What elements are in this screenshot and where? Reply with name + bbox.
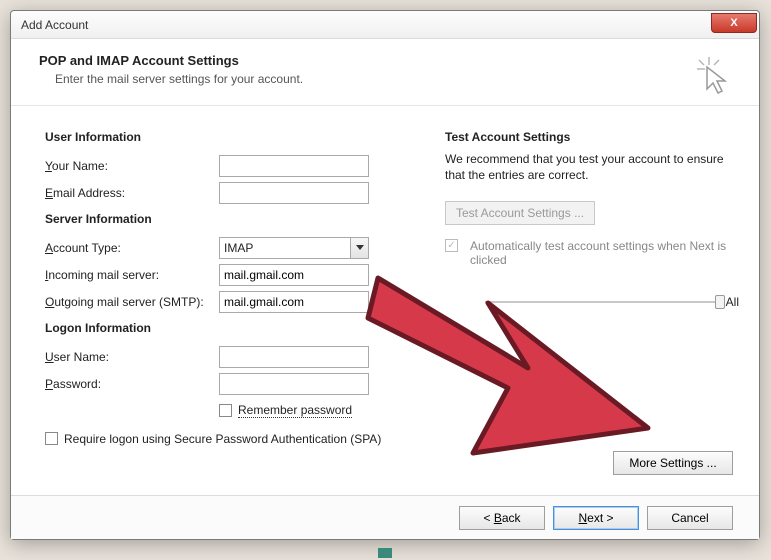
section-user-info: User Information: [45, 130, 421, 144]
left-column: User Information Your Name: Email Addres…: [45, 124, 421, 446]
test-blurb: We recommend that you test your account …: [445, 152, 739, 183]
row-email: Email Address:: [45, 179, 421, 206]
banner: POP and IMAP Account Settings Enter the …: [11, 39, 759, 106]
right-column: Test Account Settings We recommend that …: [445, 124, 739, 446]
password-input[interactable]: [219, 373, 369, 395]
remember-password-checkbox[interactable]: [219, 404, 232, 417]
label-your-name: Your Name:: [45, 159, 219, 173]
banner-subtitle: Enter the mail server settings for your …: [39, 72, 693, 86]
close-icon: X: [730, 17, 737, 29]
auto-test-checkbox[interactable]: ✓: [445, 239, 458, 252]
row-remember-password: Remember password: [45, 403, 421, 418]
label-incoming: Incoming mail server:: [45, 268, 219, 282]
label-auto-test: Automatically test account settings when…: [470, 239, 739, 267]
row-your-name: Your Name:: [45, 152, 421, 179]
more-settings-button[interactable]: More Settings ...: [613, 451, 733, 475]
close-button[interactable]: X: [711, 13, 757, 33]
label-email: Email Address:: [45, 186, 219, 200]
section-logon-info: Logon Information: [45, 321, 421, 335]
label-remember-password: Remember password: [238, 403, 352, 418]
your-name-input[interactable]: [219, 155, 369, 177]
section-server-info: Server Information: [45, 212, 421, 226]
incoming-server-input[interactable]: [219, 264, 369, 286]
test-account-settings-button[interactable]: Test Account Settings ...: [445, 201, 595, 225]
user-name-input[interactable]: [219, 346, 369, 368]
banner-title: POP and IMAP Account Settings: [39, 53, 693, 68]
account-type-value: IMAP: [224, 241, 253, 255]
add-account-dialog: Add Account X POP and IMAP Account Setti…: [10, 10, 760, 540]
chevron-down-icon: [350, 238, 368, 258]
row-account-type: Account Type: IMAP: [45, 234, 421, 261]
section-test: Test Account Settings: [445, 130, 739, 144]
outgoing-server-input[interactable]: [219, 291, 369, 313]
cancel-button[interactable]: Cancel: [647, 506, 733, 530]
back-button[interactable]: < Back: [459, 506, 545, 530]
slider-label-all: All: [726, 295, 739, 309]
spa-checkbox[interactable]: [45, 432, 58, 445]
next-button[interactable]: Next >: [553, 506, 639, 530]
dialog-body: User Information Your Name: Email Addres…: [11, 106, 759, 446]
window-title: Add Account: [21, 18, 88, 32]
row-password: Password:: [45, 370, 421, 397]
row-incoming: Incoming mail server:: [45, 261, 421, 288]
email-input[interactable]: [219, 182, 369, 204]
label-password: Password:: [45, 377, 219, 391]
label-spa: Require logon using Secure Password Auth…: [64, 432, 381, 446]
mail-offline-slider[interactable]: [485, 301, 720, 303]
account-type-select[interactable]: IMAP: [219, 237, 369, 259]
row-user-name: User Name:: [45, 343, 421, 370]
mail-offline-slider-row: All: [445, 295, 739, 309]
row-auto-test: ✓ Automatically test account settings wh…: [445, 239, 739, 267]
slider-thumb[interactable]: [715, 295, 725, 309]
resize-handle-icon: [378, 548, 392, 558]
dialog-button-bar: < Back Next > Cancel: [11, 495, 759, 539]
cursor-sparkle-icon: [693, 55, 733, 95]
label-outgoing: Outgoing mail server (SMTP):: [45, 295, 219, 309]
row-outgoing: Outgoing mail server (SMTP):: [45, 288, 421, 315]
label-user-name: User Name:: [45, 350, 219, 364]
label-account-type: Account Type:: [45, 241, 219, 255]
titlebar: Add Account X: [11, 11, 759, 39]
row-spa: Require logon using Secure Password Auth…: [45, 432, 421, 446]
